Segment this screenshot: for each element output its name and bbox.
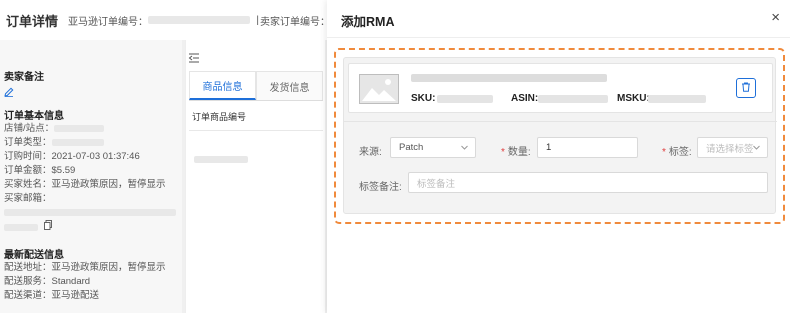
image-placeholder-icon [359, 74, 399, 104]
buyer-email-value-row [4, 206, 178, 220]
seller-order-label: 卖家订单编号： [260, 16, 330, 28]
dialog-divider [327, 37, 790, 38]
amazon-order-label: 亚马逊订单编号： [68, 16, 149, 28]
address-label: 配送地址： [4, 262, 52, 274]
tag-select[interactable]: 请选择标签 [697, 137, 768, 158]
dialog-title: 添加RMA [341, 15, 395, 29]
shipping-info-heading: 最新配送信息 [4, 250, 64, 262]
quantity-label: 数量: [507, 147, 531, 158]
type-row: 订单类型： [4, 136, 178, 150]
time-value: 2021-07-03 01:37:46 [51, 151, 140, 162]
type-label: 订单类型： [4, 137, 52, 148]
channel-value: 亚马逊配送 [51, 290, 100, 302]
source-label: 来源: [359, 147, 382, 158]
copy-icon[interactable] [43, 220, 52, 235]
order-header: 订单详情 亚马逊订单编号： | 卖家订单编号： [0, 0, 330, 40]
address-value: 亚马逊政策原因，暂停显示 [51, 262, 166, 274]
tag-note-placeholder: 标签备注 [417, 178, 456, 190]
trash-icon [741, 82, 751, 95]
shop-label: 店铺/站点： [4, 123, 55, 134]
source-select-value: Patch [399, 142, 424, 153]
add-rma-dialog: 添加RMA × SKU: ASIN: MSKU: 来源: Patch * 数量:… [327, 0, 790, 313]
tag-select-placeholder: 请选择标签 [706, 143, 754, 155]
asin-value [538, 95, 608, 103]
shop-value [54, 124, 105, 132]
address-row: 配送地址：亚马逊政策原因，暂停显示 [4, 261, 178, 275]
table-divider [189, 130, 323, 131]
buyer-email-value [4, 208, 176, 216]
header-separator: | [256, 14, 259, 26]
amount-row: 订单金额：$5.59 [4, 164, 178, 178]
tag-note-input[interactable]: 标签备注 [408, 172, 768, 193]
quantity-input[interactable]: 1 [537, 137, 638, 158]
form-divider [344, 121, 777, 122]
amount-value: $5.59 [51, 165, 76, 176]
amount-label: 订单金额： [4, 165, 52, 176]
highlighted-rma-item: SKU: ASIN: MSKU: 来源: Patch * 数量: 1 * 标签:… [334, 48, 785, 224]
service-value: Standard [51, 276, 91, 288]
order-item-id-value [194, 156, 248, 163]
time-label: 订购时间： [4, 151, 52, 162]
type-value [51, 138, 104, 146]
product-name [411, 74, 607, 82]
buyer-name-label: 买家姓名： [4, 179, 52, 190]
order-info-sidebar: 卖家备注 订单基本信息 店铺/站点： 订单类型： 订购时间：2021-07-03… [0, 40, 182, 313]
buyer-email-row: 买家邮箱： [4, 192, 178, 206]
copy-value [4, 224, 38, 231]
tag-label-wrap: * 标签: [662, 143, 692, 158]
product-summary: SKU: ASIN: MSKU: [348, 63, 773, 113]
required-mark: * [501, 147, 505, 158]
channel-label: 配送渠道： [4, 290, 52, 302]
required-mark: * [662, 147, 666, 158]
page-title: 订单详情 [6, 13, 59, 29]
source-select[interactable]: Patch [390, 137, 476, 158]
seller-notes-heading: 卖家备注 [4, 72, 44, 83]
sku-label: SKU: [411, 93, 436, 104]
delete-item-button[interactable] [736, 78, 756, 98]
tab-shipping-info[interactable]: 发货信息 [256, 71, 323, 100]
basic-info-heading: 订单基本信息 [4, 111, 64, 122]
pencil-icon[interactable] [4, 87, 178, 100]
detail-tabs: 商品信息 发货信息 [189, 71, 323, 101]
tab-product-info[interactable]: 商品信息 [189, 71, 256, 100]
rma-item-card: SKU: ASIN: MSKU: 来源: Patch * 数量: 1 * 标签:… [343, 57, 777, 214]
buyer-email-label: 买家邮箱： [4, 193, 52, 204]
shop-row: 店铺/站点： [4, 122, 178, 136]
msku-value [648, 95, 706, 103]
channel-row: 配送渠道：亚马逊配送 [4, 289, 178, 303]
chevron-down-icon [460, 143, 469, 155]
service-row: 配送服务：Standard [4, 275, 178, 289]
service-label: 配送服务： [4, 276, 52, 288]
copy-row [4, 220, 178, 235]
asin-label: ASIN: [511, 93, 539, 104]
chevron-down-icon [752, 143, 761, 155]
time-row: 订购时间：2021-07-03 01:37:46 [4, 150, 178, 164]
order-detail-panel: 订单详情 亚马逊订单编号： | 卖家订单编号： 卖家备注 订单基本信息 店铺/站… [0, 0, 330, 313]
order-item-id-header: 订单商品编号 [192, 112, 247, 122]
order-items-panel: 商品信息 发货信息 订单商品编号 [185, 40, 325, 313]
tag-note-label: 标签备注: [359, 182, 402, 193]
sku-value [437, 95, 493, 103]
buyer-name-value: 亚马逊政策原因，暂停显示 [51, 179, 166, 190]
amazon-order-value [148, 16, 251, 24]
tag-label: 标签: [668, 147, 692, 158]
close-icon[interactable]: × [771, 8, 780, 28]
msku-label: MSKU: [617, 93, 650, 104]
collapse-sidebar-icon[interactable] [188, 52, 200, 66]
buyer-name-row: 买家姓名：亚马逊政策原因，暂停显示 [4, 178, 178, 192]
quantity-label-wrap: * 数量: [501, 143, 531, 158]
